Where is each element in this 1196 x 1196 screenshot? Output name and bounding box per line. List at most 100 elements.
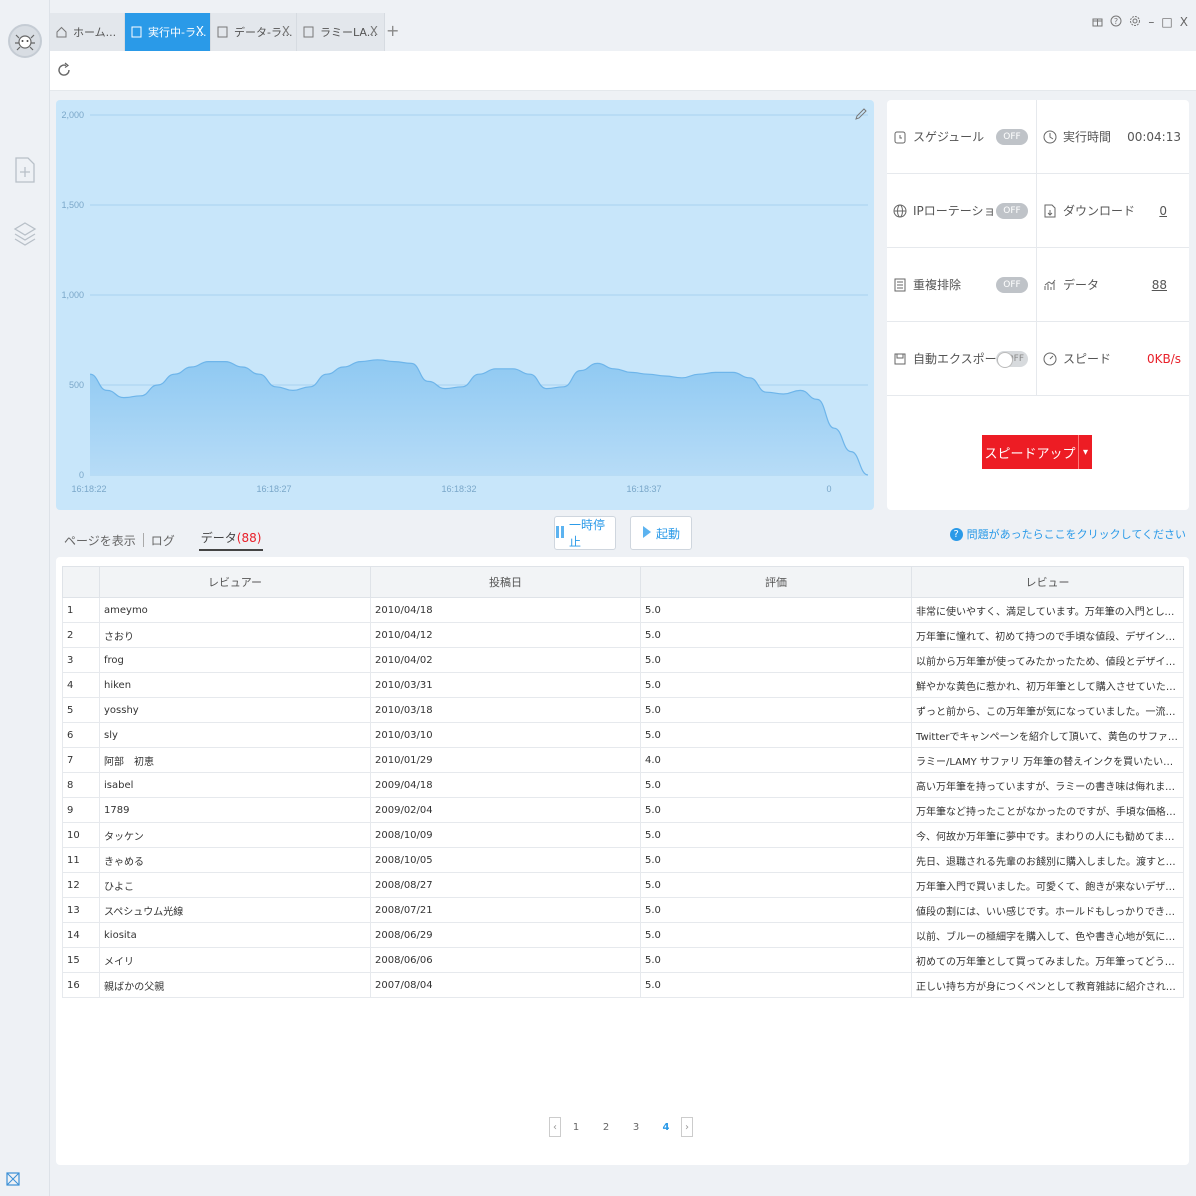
reviewer-cell: 1789 xyxy=(99,797,371,823)
prev-page-button[interactable]: ‹ xyxy=(549,1117,561,1137)
y-tick-label: 2,000 xyxy=(61,110,84,120)
layers-icon[interactable] xyxy=(12,220,38,250)
tab-data[interactable]: データ-ラ... X xyxy=(211,13,297,51)
gift-icon[interactable] xyxy=(1092,15,1103,30)
dedupe-toggle[interactable]: OFF xyxy=(996,277,1028,293)
dedupe-label: 重複排除 xyxy=(913,278,962,292)
start-button[interactable]: 起動 xyxy=(630,516,692,550)
table-row[interactable]: 6 sly 2010/03/10 5.0 Twitterでキャンペーンを紹介して頂いて、… xyxy=(62,722,1184,748)
table-row[interactable]: 10 タッケン 2008/10/09 5.0 今、何故か万年筆に夢中です。まわりの人にも… xyxy=(62,822,1184,848)
tab-running[interactable]: 実行中-ラ... X xyxy=(125,13,211,51)
speed-label: スピード xyxy=(1063,352,1112,366)
y-tick-label: 0 xyxy=(79,470,84,480)
next-page-button[interactable]: › xyxy=(681,1117,693,1137)
table-row[interactable]: 13 スペシュウム光線 2008/07/21 5.0 値段の割には、いい感じです。ホール… xyxy=(62,897,1184,923)
rating-cell: 5.0 xyxy=(640,697,912,723)
table-row[interactable]: 2 さおり 2010/04/12 5.0 万年筆に憧れて、初めて持つので手頃な値段、デザ… xyxy=(62,622,1184,648)
page-3-button[interactable]: 3 xyxy=(621,1122,651,1133)
schedule-toggle[interactable]: OFF xyxy=(996,129,1028,145)
date-cell: 2008/06/29 xyxy=(370,922,641,948)
minimize-button[interactable]: – xyxy=(1148,15,1154,30)
pencil-icon[interactable] xyxy=(854,106,868,120)
divider xyxy=(142,533,144,547)
x-tick-label: 16:18:22 xyxy=(71,484,106,494)
rating-cell: 4.0 xyxy=(640,747,912,773)
maximize-button[interactable]: □ xyxy=(1161,15,1172,30)
data-cell: データ 88 xyxy=(1037,248,1189,322)
tab-close-button[interactable]: X xyxy=(196,24,204,38)
date-cell: 2008/10/05 xyxy=(370,847,641,873)
tab-lamy[interactable]: ラミーLA... X xyxy=(297,13,385,51)
pause-button[interactable]: 一時停止 xyxy=(554,516,616,550)
row-index: 12 xyxy=(62,872,100,898)
col-header-review[interactable]: レビュー xyxy=(911,566,1184,598)
reviewer-cell: きゃめる xyxy=(99,847,371,873)
ip-rotation-toggle[interactable]: OFF xyxy=(996,203,1028,219)
close-window-button[interactable]: X xyxy=(1180,15,1188,30)
speed-chart: 0 500 1,000 1,500 2,000 16:18:22 16:18:27 16:18… xyxy=(56,100,874,510)
page-1-button[interactable]: 1 xyxy=(561,1122,591,1133)
bottom-tabs: ページを表示 ログ データ(88) xyxy=(62,528,264,552)
chevron-down-icon[interactable]: ▾ xyxy=(1078,435,1092,469)
col-header-reviewer[interactable]: レビュアー xyxy=(99,566,371,598)
help-icon[interactable]: ? xyxy=(1110,15,1122,30)
add-tab-button[interactable]: + xyxy=(386,21,399,40)
col-header-date[interactable]: 投稿日 xyxy=(370,566,641,598)
table-row[interactable]: 5 yosshy 2010/03/18 5.0 ずっと前から、この万年筆が気になっていま… xyxy=(62,697,1184,723)
left-rail xyxy=(0,0,50,1196)
tab-close-button[interactable]: X xyxy=(282,24,290,38)
tab-data-count: (88) xyxy=(236,531,262,545)
start-label: 起動 xyxy=(655,526,680,541)
help-link[interactable]: ? 問題があったらここをクリックしてください xyxy=(949,526,1186,542)
table-row[interactable]: 12 ひよこ 2008/08/27 5.0 万年筆入門で買いました。可愛くて、飽きが来な… xyxy=(62,872,1184,898)
table-row[interactable]: 14 kiosita 2008/06/29 5.0 以前、ブルーの極細字を購入して、色や… xyxy=(62,922,1184,948)
refresh-icon[interactable] xyxy=(56,62,74,80)
tab-data[interactable]: データ(88) xyxy=(198,529,264,551)
y-tick-label: 1,000 xyxy=(61,290,84,300)
table-row[interactable]: 8 isabel 2009/04/18 5.0 高い万年筆を持っていますが、ラミーの書き… xyxy=(62,772,1184,798)
reviewer-cell: スペシュウム光線 xyxy=(99,897,371,923)
table-row[interactable]: 4 hiken 2010/03/31 5.0 鮮やかな黄色に惹かれ、初万年筆として購入さ… xyxy=(62,672,1184,698)
table-row[interactable]: 9 1789 2009/02/04 5.0 万年筆など持ったことがなかったのですが、手頃… xyxy=(62,797,1184,823)
table-row[interactable]: 16 親ばかの父親 2007/08/04 5.0 正しい持ち方が身につくペンとして教育雑… xyxy=(62,972,1184,998)
review-cell: 値段の割には、いい感じです。ホールドもしっかりできて、いいです。細字を... xyxy=(911,897,1184,923)
auto-export-label: 自動エクスポート xyxy=(913,352,1009,366)
gear-icon[interactable] xyxy=(1129,15,1141,30)
rating-cell: 5.0 xyxy=(640,897,912,923)
table-row[interactable]: 15 メイリ 2008/06/06 5.0 初めての万年筆として買ってみました。万年筆っ… xyxy=(62,947,1184,973)
download-count-link[interactable]: 0 xyxy=(1159,204,1167,218)
document-icon xyxy=(217,26,228,38)
download-label: ダウンロード xyxy=(1063,204,1136,218)
tab-close-button[interactable]: X xyxy=(370,24,378,38)
question-icon: ? xyxy=(949,527,963,541)
page-2-button[interactable]: 2 xyxy=(591,1122,621,1133)
row-index: 13 xyxy=(62,897,100,923)
new-task-icon[interactable] xyxy=(12,155,38,185)
data-table: レビュアー 投稿日 評価 レビュー 1 ameymo 2010/04/18 5.0 非常… xyxy=(62,566,1184,998)
row-index: 7 xyxy=(62,747,100,773)
speed-up-label: スピードアップ xyxy=(984,446,1076,462)
speed-value: 0KB/s xyxy=(1146,352,1181,366)
table-row[interactable]: 3 frog 2010/04/02 5.0 以前から万年筆が使ってみたかったため、値段と… xyxy=(62,647,1184,673)
rating-cell: 5.0 xyxy=(640,672,912,698)
pause-label: 一時停止 xyxy=(569,518,606,549)
table-row[interactable]: 11 きゃめる 2008/10/05 5.0 先日、退職される先輩のお餞別に購入しました… xyxy=(62,847,1184,873)
date-cell: 2010/04/02 xyxy=(370,647,641,673)
tab-page-view[interactable]: ページを表示 xyxy=(62,532,138,549)
auto-export-toggle[interactable]: OFF xyxy=(996,351,1028,368)
tab-log[interactable]: ログ xyxy=(149,532,177,549)
date-cell: 2007/08/04 xyxy=(370,972,641,998)
table-row[interactable]: 7 阿部 初恵 2010/01/29 4.0 ラミー/LAMY サファリ 万年筆の替えイ… xyxy=(62,747,1184,773)
col-header-rating[interactable]: 評価 xyxy=(640,566,912,598)
tab-home[interactable]: ホーム... xyxy=(50,13,125,51)
reviewer-cell: isabel xyxy=(99,772,371,798)
date-cell: 2009/04/18 xyxy=(370,772,641,798)
table-row[interactable]: 1 ameymo 2010/04/18 5.0 非常に使いやすく、満足しています。万年筆… xyxy=(62,597,1184,623)
review-cell: 万年筆に憧れて、初めて持つので手頃な値段、デザインに惹かれ購入させてい... xyxy=(911,622,1184,648)
page-4-button[interactable]: 4 xyxy=(651,1122,681,1133)
row-index: 15 xyxy=(62,947,100,973)
data-count-link[interactable]: 88 xyxy=(1152,278,1167,292)
mail-icon[interactable] xyxy=(0,1162,50,1196)
speed-up-button[interactable]: スピードアップ ▾ xyxy=(982,435,1092,469)
reviewer-cell: sly xyxy=(99,722,371,748)
